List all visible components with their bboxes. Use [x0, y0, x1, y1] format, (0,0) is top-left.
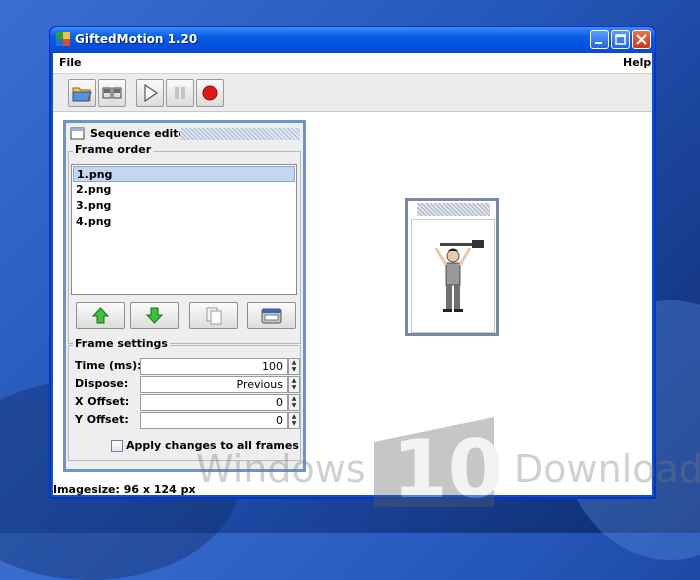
list-item[interactable]: 1.png: [73, 166, 295, 182]
xoffset-field[interactable]: 0: [140, 394, 288, 411]
open-button[interactable]: [68, 79, 96, 107]
open-folder-icon: [72, 87, 92, 102]
preview-window: [405, 198, 499, 336]
list-item[interactable]: 3.png: [73, 198, 295, 214]
frames-icon: [102, 87, 122, 99]
move-down-button[interactable]: [130, 302, 179, 329]
delete-icon: [261, 308, 282, 324]
yoffset-spinner[interactable]: ▲ ▼: [288, 412, 300, 429]
delete-button[interactable]: [247, 302, 296, 329]
list-item[interactable]: 4.png: [73, 214, 295, 230]
sequence-editor-titlebar[interactable]: Sequence editor: [68, 125, 301, 143]
minimize-button[interactable]: [590, 30, 609, 49]
preview-figure: [434, 240, 484, 312]
preview-grip[interactable]: [417, 203, 490, 216]
title-bar[interactable]: GiftedMotion 1.20: [50, 27, 655, 53]
pause-icon: [175, 87, 185, 99]
window-icon: [70, 127, 85, 140]
time-label: Time (ms):: [75, 359, 142, 372]
menu-bar: File Help: [53, 53, 652, 74]
maximize-button[interactable]: [611, 30, 630, 49]
frame-settings-label: Frame settings: [73, 337, 170, 350]
apply-all-checkbox[interactable]: [111, 440, 123, 452]
frames-button[interactable]: [98, 79, 126, 107]
close-icon: [636, 34, 647, 45]
titlebar-grip: [180, 128, 300, 140]
toolbar: [53, 74, 652, 112]
dispose-field[interactable]: Previous: [140, 376, 288, 393]
window-title: GiftedMotion 1.20: [75, 32, 198, 46]
app-window: GiftedMotion 1.20 File Help Sequence edi…: [49, 26, 656, 499]
move-up-button[interactable]: [76, 302, 125, 329]
pause-button[interactable]: [166, 79, 194, 107]
window-client: File Help Sequence editor Frame order 1.…: [53, 53, 652, 496]
list-item[interactable]: 2.png: [73, 182, 295, 198]
copy-button[interactable]: [189, 302, 238, 329]
menu-help[interactable]: Help: [623, 56, 651, 69]
record-icon: [202, 85, 218, 101]
time-spinner[interactable]: ▲ ▼: [288, 358, 300, 375]
app-icon: [56, 32, 70, 46]
record-button[interactable]: [196, 79, 224, 107]
frame-preview-image: [411, 219, 495, 333]
yoffset-label: Y Offset:: [75, 413, 129, 426]
minimize-icon: [595, 42, 602, 44]
workspace: Sequence editor Frame order 1.png 2.png …: [53, 112, 652, 485]
frame-order-label: Frame order: [73, 143, 154, 156]
close-button[interactable]: [632, 30, 651, 49]
copy-icon: [206, 307, 222, 325]
sequence-editor-title: Sequence editor: [90, 127, 192, 140]
xoffset-spinner[interactable]: ▲ ▼: [288, 394, 300, 411]
frame-settings-group: Frame settings Time (ms): 100 ▲ ▼ Dispose…: [68, 337, 301, 461]
status-text: Imagesize: 96 x 124 px: [53, 483, 196, 496]
play-button[interactable]: [136, 79, 164, 107]
apply-all-label[interactable]: Apply changes to all frames: [126, 439, 299, 452]
frame-order-group: Frame order 1.png 2.png 3.png 4.png: [68, 143, 301, 344]
xoffset-label: X Offset:: [75, 395, 130, 408]
menu-file[interactable]: File: [59, 56, 82, 69]
dispose-spinner[interactable]: ▲ ▼: [288, 376, 300, 393]
time-field[interactable]: 100: [140, 358, 288, 375]
yoffset-field[interactable]: 0: [140, 412, 288, 429]
sequence-editor-panel: Sequence editor Frame order 1.png 2.png …: [63, 120, 306, 472]
move-up-icon: [91, 307, 110, 324]
move-down-icon: [145, 307, 164, 324]
maximize-icon: [615, 34, 626, 45]
desktop: { "window": {"title": "GiftedMotion 1.20…: [0, 0, 700, 580]
play-icon: [144, 83, 159, 103]
frame-list[interactable]: 1.png 2.png 3.png 4.png: [71, 164, 297, 295]
status-bar: Imagesize: 96 x 124 px: [53, 483, 652, 496]
dispose-label: Dispose:: [75, 377, 129, 390]
